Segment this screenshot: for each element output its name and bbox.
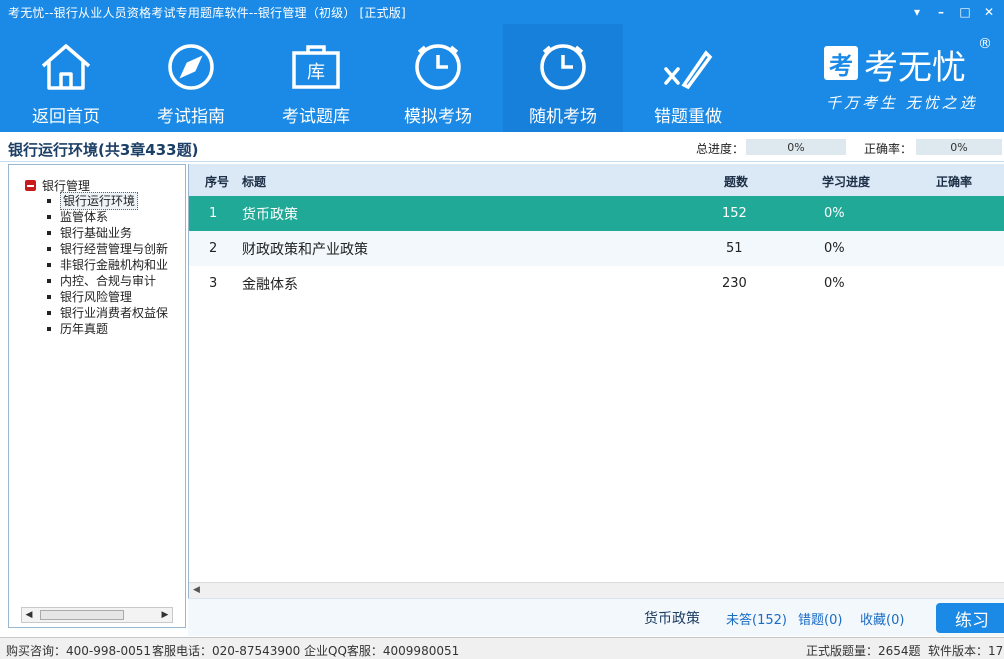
table-header: 序号 标题 题数 学习进度 正确率 — [189, 164, 1004, 196]
tree-item[interactable]: 银行经营管理与创新 — [47, 241, 168, 257]
scroll-left-icon[interactable]: ◀ — [22, 608, 36, 622]
bullet-icon — [47, 279, 51, 283]
home-icon — [39, 40, 93, 94]
top-navigation: 返回首页 考试指南 库 考试题库 模拟考场 随机考场 错题重做 考 考无忧 ® … — [0, 24, 1004, 132]
col-title-header: 标题 — [242, 175, 267, 189]
bullet-icon — [47, 295, 51, 299]
row-title: 财政政策和产业政策 — [242, 242, 368, 258]
row-count: 51 — [726, 241, 743, 256]
tree-item[interactable]: 银行基础业务 — [47, 225, 168, 241]
tree-item[interactable]: 历年真题 — [47, 321, 168, 337]
nav-random-exam-button[interactable]: 随机考场 — [503, 24, 623, 132]
col-count-header: 题数 — [724, 175, 749, 189]
table-row[interactable]: 2 财政政策和产业政策 51 0% — [189, 231, 1004, 266]
window-title: 考无忧--银行从业人员资格考试专用题库软件--银行管理（初级） [正式版] — [8, 5, 406, 20]
table-horizontal-scrollbar[interactable]: ◀ — [189, 582, 1004, 598]
col-progress-header: 学习进度 — [822, 175, 871, 189]
row-progress: 0% — [824, 206, 845, 221]
bullet-icon — [47, 199, 51, 203]
row-index: 1 — [209, 206, 218, 221]
row-index: 3 — [209, 276, 218, 291]
total-progress-value: 0% — [746, 139, 846, 155]
window-controls: ▾ – □ ✕ — [908, 3, 998, 21]
tree-item[interactable]: 内控、合规与审计 — [47, 273, 168, 289]
brand-logo: 考 考无忧 ® 千万考生 无忧之选 — [812, 34, 992, 124]
scroll-left-icon[interactable]: ◀ — [193, 585, 200, 595]
row-index: 2 — [209, 241, 218, 256]
close-icon[interactable]: ✕ — [980, 3, 998, 21]
purchase-hotline: 购买咨询：400-998-0051 — [6, 644, 152, 658]
menu-dropdown-icon[interactable]: ▾ — [908, 3, 926, 21]
nav-random-exam-label: 随机考场 — [529, 107, 597, 127]
accuracy-label: 正确率： — [864, 142, 913, 156]
section-table: 序号 标题 题数 学习进度 正确率 1 货币政策 152 0% 2 财政政策和产… — [188, 164, 1004, 598]
tree-items: 银行运行环境 监管体系 银行基础业务 银行经营管理与创新 非银行金融机构和业 内… — [47, 192, 168, 337]
scroll-thumb[interactable] — [40, 610, 124, 620]
table-row[interactable]: 3 金融体系 230 0% — [189, 266, 1004, 301]
bullet-icon — [47, 247, 51, 251]
bullet-icon — [47, 311, 51, 315]
col-accuracy-header: 正确率 — [936, 175, 973, 189]
section-title: 银行运行环境(共3章433题) — [8, 141, 199, 159]
brand-slogan: 千万考生 无忧之选 — [826, 94, 978, 112]
compass-icon — [164, 40, 218, 94]
logo-name: 考无忧 — [864, 48, 966, 88]
tree-item[interactable]: 银行业消费者权益保 — [47, 305, 168, 321]
nav-home-label: 返回首页 — [32, 107, 100, 127]
bullet-icon — [47, 327, 51, 331]
practice-button[interactable]: 练习 — [936, 603, 1004, 633]
bullet-icon — [47, 263, 51, 267]
status-bar: 购买咨询：400-998-0051 客服电话：020-87543900 企业QQ… — [0, 637, 1004, 659]
title-bar: 考无忧--银行从业人员资格考试专用题库软件--银行管理（初级） [正式版] ▾ … — [0, 0, 1004, 24]
logo-mark: 考 — [824, 46, 858, 80]
bullet-icon — [47, 231, 51, 235]
tree-item[interactable]: 监管体系 — [47, 209, 168, 225]
action-bar: 货币政策 未答(152) 错题(0) 收藏(0) 练习 — [188, 598, 1004, 636]
scroll-right-icon[interactable]: ▶ — [158, 608, 172, 622]
maximize-icon[interactable]: □ — [956, 3, 974, 21]
favorites-link[interactable]: 收藏(0) — [860, 609, 904, 628]
col-index-header: 序号 — [205, 175, 230, 189]
tree-item[interactable]: 银行运行环境 — [47, 192, 168, 210]
row-progress: 0% — [824, 276, 845, 291]
svg-text:库: 库 — [307, 62, 325, 83]
nav-guide-button[interactable]: 考试指南 — [131, 24, 251, 132]
collapse-icon[interactable] — [25, 180, 36, 191]
clock-icon — [411, 40, 465, 94]
software-version: 软件版本：17 — [928, 644, 1004, 658]
minimize-icon[interactable]: – — [932, 3, 950, 21]
accuracy-value: 0% — [916, 139, 1002, 155]
table-row[interactable]: 1 货币政策 152 0% — [189, 196, 1004, 231]
chapter-tree: 银行管理 银行运行环境 监管体系 银行基础业务 银行经营管理与创新 非银行金融机… — [8, 164, 186, 628]
nav-redo-button[interactable]: 错题重做 — [628, 24, 748, 132]
row-count: 152 — [722, 206, 747, 221]
current-section-label: 货币政策 — [644, 611, 700, 627]
row-title: 金融体系 — [242, 277, 298, 293]
total-progress-label: 总进度： — [696, 142, 745, 156]
wrong-questions-link[interactable]: 错题(0) — [798, 609, 842, 628]
bullet-icon — [47, 215, 51, 219]
row-progress: 0% — [824, 241, 845, 256]
nav-mock-exam-button[interactable]: 模拟考场 — [378, 24, 498, 132]
nav-mock-exam-label: 模拟考场 — [404, 107, 472, 127]
nav-guide-label: 考试指南 — [157, 107, 225, 127]
nav-home-button[interactable]: 返回首页 — [6, 24, 126, 132]
nav-bank-label: 考试题库 — [282, 107, 350, 127]
qq-service: 企业QQ客服：4009980051 — [304, 644, 460, 658]
unanswered-link[interactable]: 未答(152) — [726, 609, 787, 628]
nav-bank-button[interactable]: 库 考试题库 — [256, 24, 376, 132]
service-phone: 客服电话：020-87543900 — [152, 644, 301, 658]
clock-icon — [536, 40, 590, 94]
registered-mark: ® — [978, 36, 992, 52]
question-count: 正式版题量：2654题 — [806, 644, 921, 658]
redo-mistakes-icon — [661, 40, 715, 94]
tree-item[interactable]: 非银行金融机构和业 — [47, 257, 168, 273]
section-header: 银行运行环境(共3章433题) 总进度： 0% 正确率： 0% — [0, 132, 1004, 162]
tree-item[interactable]: 银行风险管理 — [47, 289, 168, 305]
row-title: 货币政策 — [242, 207, 298, 223]
question-bank-icon: 库 — [289, 40, 343, 94]
row-count: 230 — [722, 276, 747, 291]
nav-redo-label: 错题重做 — [654, 107, 722, 127]
tree-horizontal-scrollbar[interactable]: ◀ ▶ — [21, 607, 173, 623]
